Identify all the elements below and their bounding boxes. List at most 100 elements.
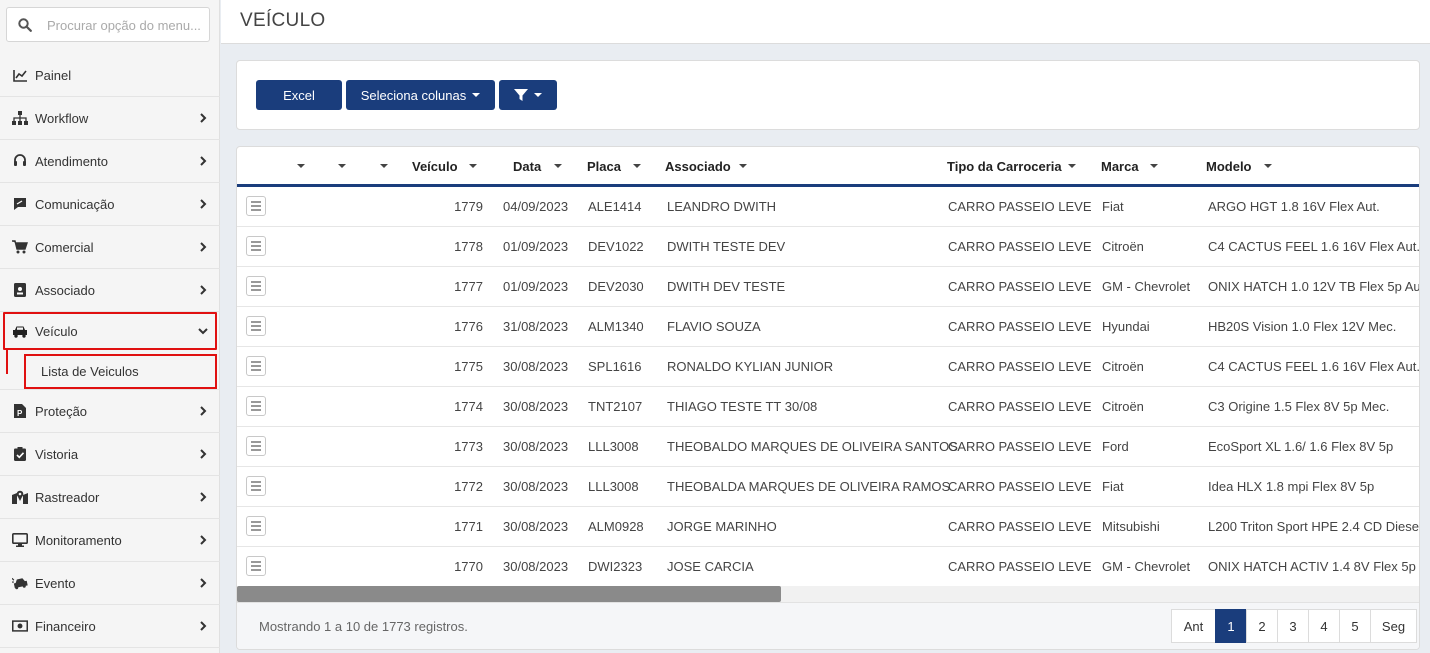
column-header-veiculo[interactable]: Veículo <box>412 159 458 174</box>
chevron-right-icon <box>200 535 207 545</box>
column-sort-icon[interactable] <box>633 164 641 168</box>
sidebar-item-atendimento[interactable]: Atendimento <box>0 140 220 183</box>
cell-associado: RONALDO KYLIAN JUNIOR <box>667 359 834 374</box>
column-sort-icon[interactable] <box>739 164 747 168</box>
row-menu-icon[interactable] <box>246 356 266 376</box>
sidebar-item-financeiro[interactable]: Financeiro <box>0 605 220 648</box>
sidebar-item-label: Atendimento <box>35 153 108 169</box>
sidebar-item-veiculo[interactable]: Veículo <box>3 312 217 350</box>
select-columns-button[interactable]: Seleciona colunas <box>346 80 495 110</box>
page-title: VEÍCULO <box>240 10 326 31</box>
cell-modelo: L200 Triton Sport HPE 2.4 CD Diesel Aut. <box>1208 519 1420 534</box>
sidebar-item-rastreador[interactable]: Rastreador <box>0 476 220 519</box>
cell-tipo-carroceria: CARRO PASSEIO LEVE <box>948 279 1092 294</box>
cell-veiculo: 1771 <box>454 519 483 534</box>
comment-icon <box>12 196 28 212</box>
sidebar-item-monitoramento[interactable]: Monitoramento <box>0 519 220 562</box>
cell-marca: Citroën <box>1102 239 1144 254</box>
row-menu-icon[interactable] <box>246 516 266 536</box>
column-sort-icon[interactable] <box>1264 164 1272 168</box>
sidebar-item-comercial[interactable]: Comercial <box>0 226 220 269</box>
table-row[interactable]: 1771 30/08/2023 ALM0928 JORGE MARINHO CARRO … <box>237 507 1420 547</box>
row-menu-icon[interactable] <box>246 556 266 576</box>
toolbar-card: Excel Seleciona colunas <box>236 60 1420 130</box>
row-menu-icon[interactable] <box>246 476 266 496</box>
cell-tipo-carroceria: CARRO PASSEIO LEVE <box>948 439 1092 454</box>
search-input[interactable] <box>47 16 207 34</box>
filter-button[interactable] <box>499 80 557 110</box>
pagination-page[interactable]: 5 <box>1339 609 1371 643</box>
row-menu-icon[interactable] <box>246 276 266 296</box>
table-row[interactable]: 1770 30/08/2023 DWI2323 JOSE CARCIA CARRO PA… <box>237 547 1419 587</box>
sidebar-item-label: Comunicação <box>35 196 115 212</box>
pagination-page[interactable]: 1 <box>1215 609 1247 643</box>
cell-marca: Fiat <box>1102 479 1124 494</box>
pagination-page[interactable]: 4 <box>1308 609 1340 643</box>
table-row[interactable]: 1779 04/09/2023 ALE1414 LEANDRO DWITH CARRO … <box>237 187 1419 227</box>
sidebar-item-protecao[interactable]: P Proteção <box>0 390 220 433</box>
column-header-modelo[interactable]: Modelo <box>1206 159 1252 174</box>
column-sort-icon[interactable] <box>297 164 305 168</box>
cell-associado: THEOBALDA MARQUES DE OLIVEIRA RAMOS <box>667 479 951 494</box>
menu-search[interactable] <box>6 7 210 42</box>
cell-modelo: ONIX HATCH 1.0 12V TB Flex 5p Aut. <box>1208 279 1420 294</box>
column-sort-icon[interactable] <box>469 164 477 168</box>
column-sort-icon[interactable] <box>1068 164 1076 168</box>
pagination-prev[interactable]: Ant <box>1171 609 1216 643</box>
chevron-right-icon <box>200 578 207 588</box>
sidebar-item-label: Workflow <box>35 110 89 126</box>
sidebar-subitem-lista-de-veiculos[interactable]: Lista de Veiculos <box>24 354 217 389</box>
cell-data: 30/08/2023 <box>503 559 569 574</box>
cell-marca: GM - Chevrolet <box>1102 279 1191 294</box>
table-row[interactable]: 1774 30/08/2023 TNT2107 THIAGO TESTE TT 30/… <box>237 387 1419 427</box>
sidebar-item-associado[interactable]: Associado <box>0 269 220 312</box>
row-menu-icon[interactable] <box>246 396 266 416</box>
pagination-page[interactable]: 2 <box>1246 609 1278 643</box>
horizontal-scrollbar[interactable] <box>237 586 1419 602</box>
table-row[interactable]: 1778 01/09/2023 DEV1022 DWITH TESTE DEV CARR… <box>237 227 1419 267</box>
scrollbar-thumb[interactable] <box>237 586 781 602</box>
column-header-placa[interactable]: Placa <box>587 159 621 174</box>
chevron-right-icon <box>200 199 207 209</box>
table-row[interactable]: 1772 30/08/2023 LLL3008 THEOBALDA MARQUES D… <box>237 467 1419 507</box>
column-sort-icon[interactable] <box>554 164 562 168</box>
sidebar-item-label: Comercial <box>35 239 94 255</box>
cell-veiculo: 1775 <box>454 359 483 374</box>
column-header-marca[interactable]: Marca <box>1101 159 1139 174</box>
table-row[interactable]: 1773 30/08/2023 LLL3008 THEOBALDO MARQUES D… <box>237 427 1419 467</box>
column-sort-icon[interactable] <box>338 164 346 168</box>
svg-text:P: P <box>17 409 23 418</box>
cell-veiculo: 1776 <box>454 319 483 334</box>
row-menu-icon[interactable] <box>246 236 266 256</box>
cell-data: 01/09/2023 <box>503 239 569 254</box>
table-row[interactable]: 1776 31/08/2023 ALM1340 FLAVIO SOUZA CARRO P… <box>237 307 1419 347</box>
sidebar-item-painel[interactable]: Painel <box>0 54 220 97</box>
cell-associado: FLAVIO SOUZA <box>667 319 761 334</box>
sidebar-item-comunicacao[interactable]: Comunicação <box>0 183 220 226</box>
pagination-page[interactable]: 3 <box>1277 609 1309 643</box>
column-header-data[interactable]: Data <box>513 159 541 174</box>
chevron-right-icon <box>200 449 207 459</box>
sidebar-item-evento[interactable]: Evento <box>0 562 220 605</box>
row-menu-icon[interactable] <box>246 316 266 336</box>
money-bill-icon <box>12 618 28 634</box>
excel-button[interactable]: Excel <box>256 80 342 110</box>
row-menu-icon[interactable] <box>246 436 266 456</box>
cell-marca: Citroën <box>1102 359 1144 374</box>
pagination-next[interactable]: Seg <box>1370 609 1417 643</box>
row-menu-icon[interactable] <box>246 196 266 216</box>
sidebar-item-vistoria[interactable]: Vistoria <box>0 433 220 476</box>
table-row[interactable]: 1777 01/09/2023 DEV2030 DWITH DEV TESTE CARR… <box>237 267 1420 307</box>
sidebar-item-label: Rastreador <box>35 489 100 505</box>
sidebar-menu: Painel Workflow Atendimento Comunicação … <box>0 54 220 648</box>
sidebar-item-workflow[interactable]: Workflow <box>0 97 220 140</box>
table-row[interactable]: 1775 30/08/2023 SPL1616 RONALDO KYLIAN JUNI… <box>237 347 1419 387</box>
column-sort-icon[interactable] <box>1150 164 1158 168</box>
chevron-right-icon <box>200 242 207 252</box>
cell-placa: TNT2107 <box>588 399 643 414</box>
column-header-associado[interactable]: Associado <box>665 159 731 174</box>
vehicles-table: Veículo Data Placa Associado Tipo da Car… <box>236 146 1420 650</box>
sidebar-item-label: Financeiro <box>35 618 96 634</box>
column-sort-icon[interactable] <box>380 164 388 168</box>
column-header-tipo-carroceria[interactable]: Tipo da Carroceria <box>947 159 1062 174</box>
